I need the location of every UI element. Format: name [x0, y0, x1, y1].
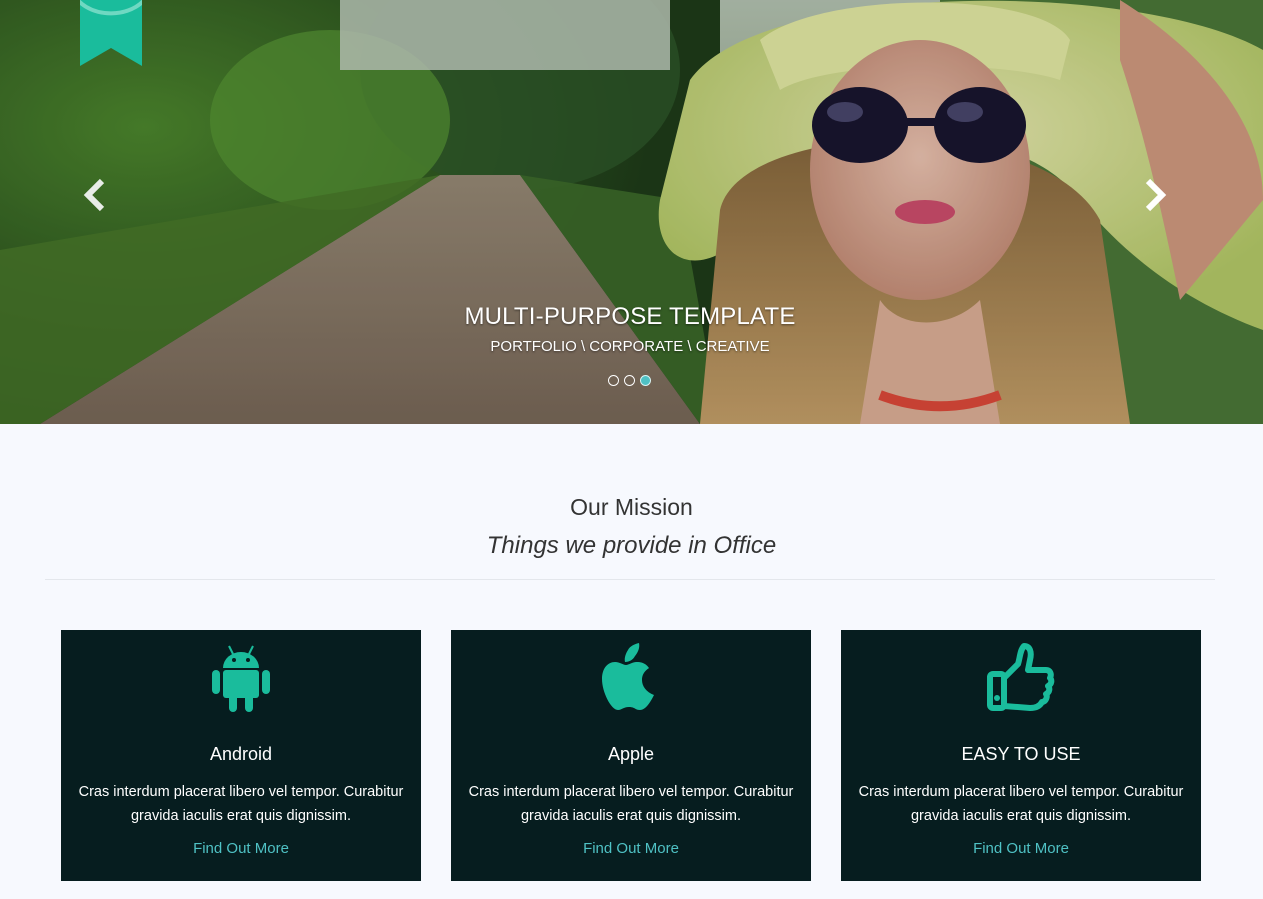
card-title: Apple [607, 744, 655, 764]
carousel-next-button[interactable] [1140, 177, 1170, 213]
find-out-more-link[interactable]: Find Out More [451, 840, 811, 857]
hero-title: MULTI-PURPOSE TEMPLATE [464, 303, 796, 330]
section-title: Our Mission [570, 494, 693, 520]
feature-card-apple: Apple Cras interdum placerat libero vel … [451, 630, 811, 881]
apple-icon [602, 643, 654, 710]
section-divider [45, 579, 1215, 580]
hero-caption: MULTI-PURPOSE TEMPLATE PORTFOLIO \ CORPO… [380, 302, 880, 356]
card-title: Android [209, 744, 273, 764]
chevron-right-icon [1145, 178, 1167, 212]
carousel-indicator-3[interactable] [640, 375, 651, 386]
card-text: Cras interdum placerat libero vel tempor… [858, 784, 1184, 824]
hero-slide-image [0, 0, 1263, 424]
hero-subtitle: PORTFOLIO \ CORPORATE \ CREATIVE [490, 338, 770, 355]
section-subtitle: Things we provide in Office [486, 532, 777, 559]
thumbs-up-icon [987, 643, 1055, 711]
hero-carousel: MULTI-PURPOSE TEMPLATE PORTFOLIO \ CORPO… [0, 0, 1263, 424]
ribbon-badge-icon [80, 0, 142, 66]
carousel-indicator-2[interactable] [624, 375, 635, 386]
feature-card-easy-to-use: EASY TO USE Cras interdum placerat liber… [841, 630, 1201, 881]
feature-card-android: Android Cras interdum placerat libero ve… [61, 630, 421, 881]
mission-section: Our Mission Things we provide in Office [0, 424, 1263, 899]
find-out-more-link[interactable]: Find Out More [61, 840, 421, 857]
chevron-left-icon [83, 178, 105, 212]
find-out-more-link[interactable]: Find Out More [841, 840, 1201, 857]
carousel-indicator-1[interactable] [608, 375, 619, 386]
carousel-prev-button[interactable] [80, 177, 110, 213]
card-text: Cras interdum placerat libero vel tempor… [468, 784, 794, 824]
card-text: Cras interdum placerat libero vel tempor… [78, 784, 404, 824]
carousel-indicators [608, 375, 651, 386]
card-title: EASY TO USE [961, 744, 1081, 764]
android-icon [212, 645, 270, 712]
